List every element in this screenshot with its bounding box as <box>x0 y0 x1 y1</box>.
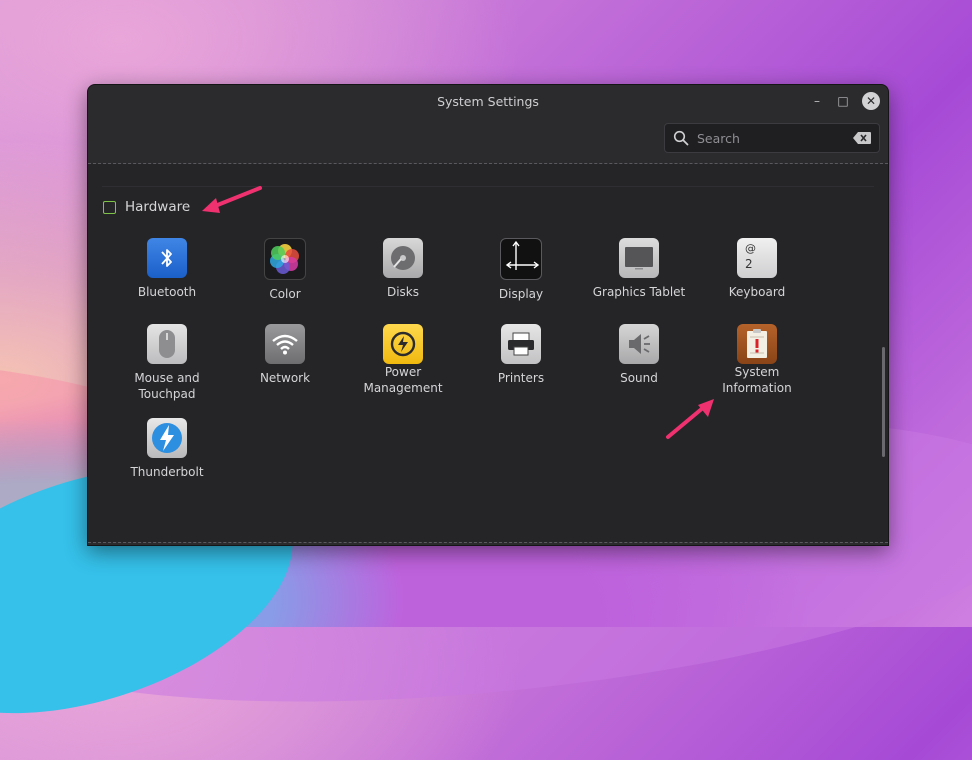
section-title: Hardware <box>125 199 191 215</box>
close-button[interactable]: ✕ <box>860 85 882 117</box>
window-title: System Settings <box>437 93 539 109</box>
settings-item-printers[interactable]: Printers <box>462 324 580 412</box>
keyboard-key-top: @ <box>745 242 756 255</box>
color-icon <box>264 238 306 280</box>
keyboard-icon: @ 2 <box>737 238 777 278</box>
item-label: Sound <box>620 371 658 385</box>
printer-icon <box>501 324 541 364</box>
settings-item-network[interactable]: Network <box>226 324 344 412</box>
settings-item-power-management[interactable]: Power Management <box>344 324 462 412</box>
annotation-arrow-hardware <box>202 186 262 213</box>
item-label: Color <box>269 287 301 301</box>
disks-icon <box>383 238 423 278</box>
settings-item-keyboard[interactable]: @ 2 Keyboard <box>698 238 816 326</box>
graphics-tablet-icon <box>619 238 659 278</box>
item-label: Display <box>498 287 544 301</box>
section-header-hardware: Hardware <box>103 199 190 215</box>
settings-item-bluetooth[interactable]: Bluetooth <box>108 238 226 326</box>
thunderbolt-icon <box>147 418 187 458</box>
power-icon <box>383 324 423 364</box>
item-label: System Information <box>722 365 792 395</box>
system-settings-window: System Settings – □ ✕ Hardware <box>87 84 889 546</box>
minimize-button[interactable]: – <box>806 85 828 117</box>
system-information-icon <box>737 324 777 364</box>
settings-item-color[interactable]: Color <box>226 238 344 326</box>
display-icon <box>500 238 542 280</box>
item-label: Bluetooth <box>137 285 197 299</box>
bluetooth-icon <box>147 238 187 278</box>
settings-item-thunderbolt[interactable]: Thunderbolt <box>108 418 226 506</box>
keyboard-key-bottom: 2 <box>745 257 753 271</box>
settings-item-mouse-touchpad[interactable]: Mouse and Touchpad <box>108 324 226 412</box>
sound-icon <box>619 324 659 364</box>
settings-item-graphics-tablet[interactable]: Graphics Tablet <box>580 238 698 326</box>
item-label: Network <box>259 371 311 385</box>
item-label: Disks <box>386 285 420 299</box>
settings-item-display[interactable]: Display <box>462 238 580 326</box>
settings-item-disks[interactable]: Disks <box>344 238 462 326</box>
item-label: Mouse and Touchpad <box>134 371 200 401</box>
item-label: Thunderbolt <box>130 465 204 479</box>
item-label: Power Management <box>363 365 443 395</box>
item-label: Printers <box>497 371 545 385</box>
close-icon: ✕ <box>862 92 880 110</box>
mouse-icon <box>147 324 187 364</box>
annotation-arrow-system-information <box>666 399 714 439</box>
titlebar[interactable]: System Settings <box>88 85 888 117</box>
search-input[interactable] <box>695 129 849 147</box>
clear-search-icon[interactable] <box>853 132 871 144</box>
footer-divider <box>88 542 888 543</box>
scrollbar[interactable] <box>882 347 885 457</box>
item-label: Keyboard <box>728 285 786 299</box>
hardware-icon <box>103 200 116 214</box>
search-icon <box>673 130 689 146</box>
maximize-button[interactable]: □ <box>832 85 854 117</box>
settings-content: Hardware Bluetooth Color Disks Display G… <box>88 164 888 542</box>
network-icon <box>265 324 305 364</box>
item-label: Graphics Tablet <box>592 285 686 299</box>
search-box[interactable] <box>664 123 880 153</box>
